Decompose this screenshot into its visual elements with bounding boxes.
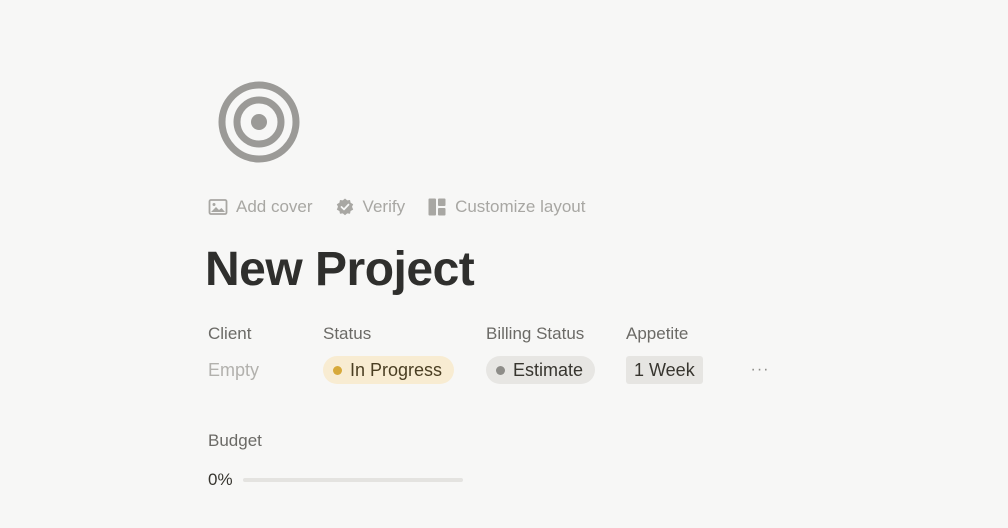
budget-percent-text: 0% bbox=[208, 470, 233, 489]
billing-status-value: Estimate bbox=[513, 359, 584, 380]
property-label-appetite[interactable]: Appetite bbox=[626, 323, 688, 345]
budget-value[interactable]: 0% bbox=[208, 469, 463, 491]
more-properties-button[interactable]: ··· bbox=[749, 360, 771, 380]
status-pill-in-progress[interactable]: In Progress bbox=[323, 356, 455, 384]
add-cover-button[interactable]: Add cover bbox=[208, 195, 313, 219]
customize-layout-button[interactable]: Customize layout bbox=[427, 195, 585, 219]
client-value-empty[interactable]: Empty bbox=[208, 356, 259, 384]
property-label-client[interactable]: Client bbox=[208, 323, 251, 345]
image-icon bbox=[208, 198, 228, 216]
budget-progress-bar bbox=[242, 478, 463, 482]
add-cover-label: Add cover bbox=[236, 197, 313, 216]
verified-badge-icon bbox=[335, 197, 355, 217]
notion-page: Add cover Verify Customize layout New Pr… bbox=[0, 0, 1008, 528]
status-dot-icon bbox=[333, 365, 342, 375]
target-icon[interactable] bbox=[218, 81, 300, 163]
status-value: In Progress bbox=[350, 359, 443, 380]
property-label-status[interactable]: Status bbox=[323, 323, 371, 345]
appetite-tag-1-week[interactable]: 1 Week bbox=[626, 356, 703, 384]
verify-label: Verify bbox=[362, 197, 406, 216]
billing-status-dot-icon bbox=[496, 365, 505, 375]
billing-status-pill-estimate[interactable]: Estimate bbox=[486, 356, 596, 384]
property-label-billing-status[interactable]: Billing Status bbox=[486, 323, 584, 345]
page-title[interactable]: New Project bbox=[205, 240, 475, 300]
page-header-toolbar: Add cover Verify Customize layout bbox=[208, 195, 585, 219]
verify-button[interactable]: Verify bbox=[335, 195, 406, 219]
customize-layout-label: Customize layout bbox=[455, 197, 586, 216]
layout-icon bbox=[427, 197, 447, 217]
property-label-budget[interactable]: Budget bbox=[208, 430, 262, 452]
